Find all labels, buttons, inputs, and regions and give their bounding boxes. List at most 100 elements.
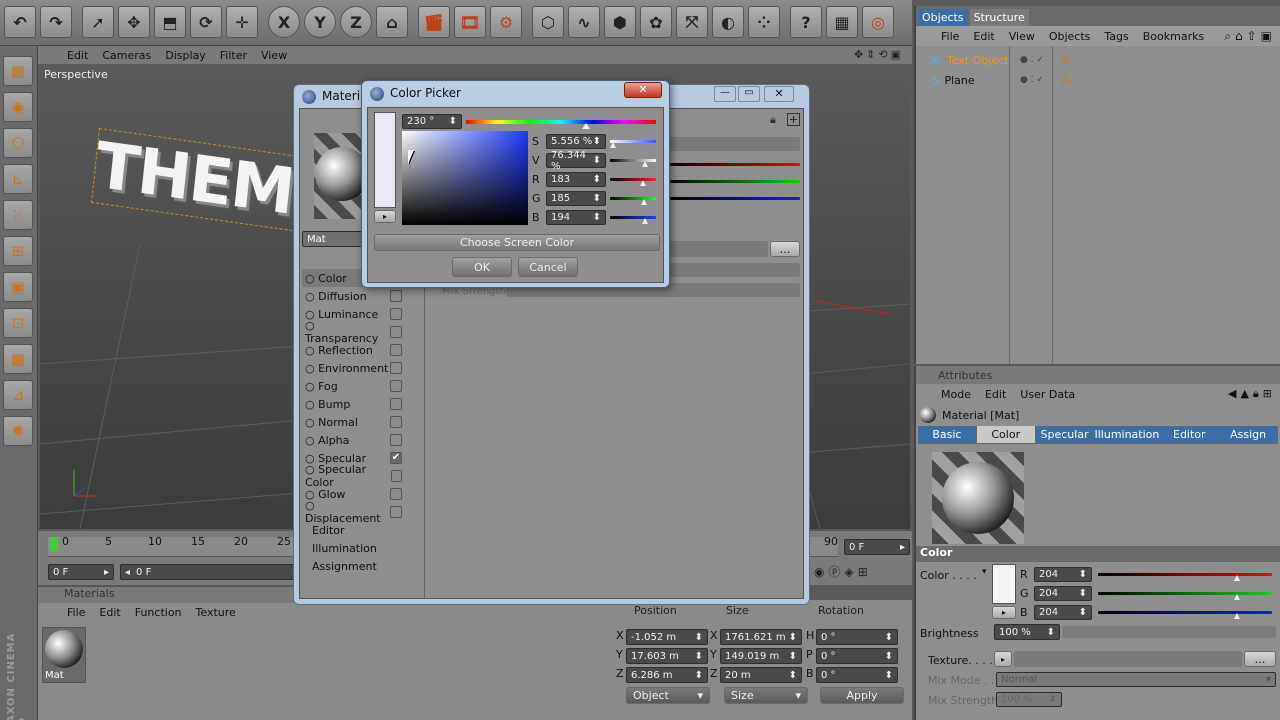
apply-button[interactable]: Apply (820, 687, 904, 704)
timeline-current-field[interactable]: ◂ 0 F (120, 564, 320, 580)
editor-g-slider[interactable] (670, 180, 800, 183)
channel-normal[interactable]: ○ Normal (302, 413, 402, 431)
viewport-menu-edit[interactable]: Edit (60, 49, 95, 62)
tab-structure[interactable]: Structure (969, 9, 1029, 26)
coord-object-select[interactable]: Object ▾ (626, 687, 710, 704)
timeline-playhead[interactable] (50, 537, 58, 551)
redo-icon[interactable]: ↷ (40, 6, 72, 38)
checkbox-icon[interactable] (390, 290, 402, 302)
materials-menu-file[interactable]: File (60, 606, 92, 619)
texture-icon[interactable]: ▩ (3, 344, 33, 374)
editor-mixmode-bar[interactable] (670, 263, 800, 277)
scene-icon[interactable]: ◐ (712, 6, 744, 38)
slider-marker-icon[interactable] (1234, 613, 1241, 619)
layout-icon[interactable]: ▦ (826, 6, 858, 38)
color-channel-slider[interactable] (610, 178, 656, 181)
color-dropdown-icon[interactable]: ▾ (982, 567, 987, 577)
x-axis-icon[interactable]: X (268, 6, 300, 38)
undo-icon[interactable]: ↶ (4, 6, 36, 38)
coord-size-field[interactable]: 20 m ⬍ (720, 667, 802, 683)
channel-specular-color[interactable]: ○ Specular Color (302, 463, 402, 489)
attributes-menu-user-data[interactable]: User Data (1013, 388, 1082, 401)
objects-menu-edit[interactable]: Edit (966, 30, 1001, 43)
editor-texture-button[interactable]: … (770, 241, 800, 257)
slider-marker-icon[interactable] (641, 161, 648, 167)
particle-icon[interactable]: ⁘ (748, 6, 780, 38)
hue-field[interactable]: 230 ° ⬍ (402, 114, 462, 129)
scale-icon[interactable]: ⬒ (154, 6, 186, 38)
attributes-b-field[interactable]: 204 ⬍ (1034, 605, 1092, 620)
y-axis-icon[interactable]: Y (304, 6, 336, 38)
timeline-end-field[interactable]: 0 F ▸ (844, 539, 910, 555)
lock-icon[interactable]: 🔒︎ (770, 113, 776, 127)
swatch-expand-button[interactable]: ▸ (992, 606, 1016, 619)
texture-expand-button[interactable]: ▸ (994, 651, 1012, 667)
render-picture-icon[interactable]: 🎞︎ (454, 6, 486, 38)
attributes-menu-edit[interactable]: Edit (978, 388, 1013, 401)
coord-position-field[interactable]: -1.052 m ⬍ (626, 629, 708, 645)
world-coord-icon[interactable]: ⌂ (376, 6, 408, 38)
checkbox-icon[interactable] (390, 488, 402, 500)
attributes-menu-mode[interactable]: Mode (934, 388, 978, 401)
objects-menu-file[interactable]: File (934, 30, 966, 43)
object-item[interactable]: Ⓐ Text Object ● ⁚ ✓ ⁂ (924, 50, 1280, 70)
slider-marker-icon[interactable] (1234, 594, 1241, 600)
z-axis-icon[interactable]: Z (340, 6, 372, 38)
slider-marker-icon[interactable] (640, 199, 647, 205)
coord-size-field[interactable]: 149.019 m ⬍ (720, 648, 802, 664)
add-icon[interactable]: + (787, 113, 800, 126)
color-channel-field[interactable]: 194 ⬍ (546, 210, 606, 225)
hue-marker[interactable] (582, 123, 590, 129)
texture-browse-button[interactable]: … (1244, 651, 1276, 667)
color-channel-slider[interactable] (610, 159, 656, 162)
points-icon[interactable]: ⁙ (3, 200, 33, 230)
coord-rotation-field[interactable]: 0 ° ⬍ (816, 667, 898, 683)
checkbox-icon[interactable] (390, 506, 402, 518)
object-icon[interactable]: ⬡ (3, 128, 33, 158)
slider-marker-icon[interactable] (641, 218, 648, 224)
visibility-dots-icon[interactable]: ● ⁚ ✓ (1020, 55, 1044, 65)
slider-marker-icon[interactable] (640, 180, 647, 186)
uv-icon[interactable]: ⊡ (3, 308, 33, 338)
materials-menu-function[interactable]: Function (128, 606, 189, 619)
edges-icon[interactable]: ⊞ (3, 236, 33, 266)
checkbox-icon[interactable] (390, 470, 402, 482)
maximize-button[interactable]: ▭ (738, 86, 760, 102)
close-button[interactable]: ✕ (764, 86, 794, 102)
tab-specular[interactable]: Specular (1035, 426, 1095, 443)
checkbox-icon[interactable] (390, 416, 402, 428)
channel-displacement[interactable]: ○ Displacement (302, 499, 402, 525)
channel-transparency[interactable]: ○ Transparency (302, 319, 402, 345)
tab-editor[interactable]: Editor (1160, 426, 1220, 443)
channel-alpha[interactable]: ○ Alpha (302, 431, 402, 449)
checkbox-icon[interactable] (390, 362, 402, 374)
slider-marker-icon[interactable] (609, 142, 616, 148)
spline-icon[interactable]: ∿ (568, 6, 600, 38)
minimize-button[interactable]: — (714, 86, 736, 102)
coord-rotation-field[interactable]: 0 ° ⬍ (816, 629, 898, 645)
sv-square[interactable] (402, 131, 528, 225)
timeline-start-field[interactable]: 0 F ▸ (48, 564, 114, 580)
objects-menu-bookmarks[interactable]: Bookmarks (1136, 30, 1211, 43)
move-icon[interactable]: ✥ (118, 6, 150, 38)
polygons-icon[interactable]: ▣ (3, 272, 33, 302)
ok-button[interactable]: OK (452, 257, 512, 277)
channel-illumination[interactable]: Illumination (302, 539, 402, 557)
checkbox-icon[interactable] (390, 344, 402, 356)
checkbox-icon[interactable] (390, 434, 402, 446)
workplane-icon[interactable]: ⊿ (3, 380, 33, 410)
sculpt-icon[interactable]: ✺ (3, 416, 33, 446)
attributes-g-field[interactable]: 204 ⬍ (1034, 586, 1092, 601)
color-picker-close-button[interactable]: ✕ (624, 82, 662, 98)
layout-icon[interactable]: ▦ (3, 56, 33, 86)
materials-menu-edit[interactable]: Edit (92, 606, 127, 619)
objects-toolbar-icons[interactable]: ⌕⌂⇧▣ (1224, 29, 1276, 44)
channel-environment[interactable]: ○ Environment (302, 359, 402, 377)
array-icon[interactable]: ✿ (640, 6, 672, 38)
checkbox-icon[interactable] (390, 398, 402, 410)
tab-color[interactable]: Color (976, 426, 1036, 443)
model-icon[interactable]: ◉ (3, 92, 33, 122)
channel-bump[interactable]: ○ Bump (302, 395, 402, 413)
material-tag-icon[interactable]: ⁂ (1060, 74, 1071, 87)
attributes-r-field[interactable]: 204 ⬍ (1034, 567, 1092, 582)
